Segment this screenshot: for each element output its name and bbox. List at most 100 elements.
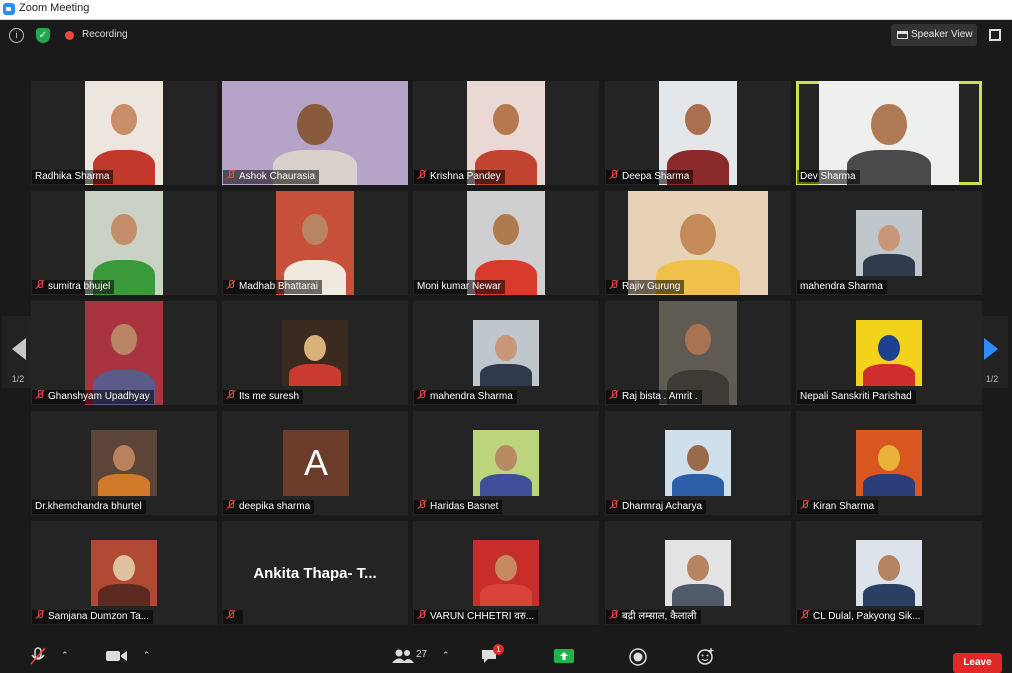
previous-page-button[interactable]: 1/2 xyxy=(2,316,34,388)
participant-video xyxy=(856,210,922,276)
audio-options-chevron-icon[interactable]: ⌃ xyxy=(61,650,69,661)
participant-video-tile[interactable]: mahendra Sharma xyxy=(796,191,982,295)
reactions-icon[interactable] xyxy=(697,647,715,665)
participant-video-tile[interactable]: Haridas Basnet xyxy=(413,411,599,515)
meeting-controls-bar: ⌃ ⌃ 27 ⌃ 1 Leave xyxy=(0,640,1012,673)
muted-mic-icon xyxy=(609,280,619,290)
participant-video-tile[interactable]: Its me suresh xyxy=(222,301,408,405)
participant-video-tile[interactable]: Raj bista . Amrit . xyxy=(605,301,791,405)
participant-name: Samjana Dumzon Ta... xyxy=(48,611,149,622)
participant-name: Ghanshyam Upadhyay xyxy=(48,391,150,402)
participant-video-tile[interactable]: sumitra bhujel xyxy=(31,191,217,295)
participant-name: Kiran Sharma xyxy=(813,501,875,512)
record-icon[interactable] xyxy=(629,648,647,666)
participant-video-tile[interactable]: Dev Sharma xyxy=(796,81,982,185)
muted-mic-icon xyxy=(35,280,45,290)
participant-video xyxy=(473,540,539,606)
window-titlebar: Zoom Meeting xyxy=(0,0,1012,20)
muted-mic-icon xyxy=(226,390,236,400)
participant-name: deepika sharma xyxy=(239,501,311,512)
participant-nameplate: Moni kumar Newar xyxy=(414,280,505,294)
info-icon[interactable]: i xyxy=(9,28,24,43)
participant-video-tile[interactable]: Madhab Bhattarai xyxy=(222,191,408,295)
participant-video-tile[interactable]: mahendra Sharma xyxy=(413,301,599,405)
participant-name: Dharmraj Acharya xyxy=(622,501,703,512)
participant-video-tile[interactable]: Krishna Pandey xyxy=(413,81,599,185)
participant-nameplate: deepika sharma xyxy=(223,500,315,514)
participant-video-tile[interactable]: Ashok Chaurasia xyxy=(222,81,408,185)
muted-mic-icon xyxy=(609,610,619,620)
leave-meeting-button[interactable]: Leave xyxy=(953,653,1002,673)
participant-video-tile[interactable]: Moni kumar Newar xyxy=(413,191,599,295)
participant-nameplate: Dev Sharma xyxy=(797,170,860,184)
participant-video-tile[interactable]: VARUN CHHETRI वरु... xyxy=(413,521,599,625)
recording-label[interactable]: Recording xyxy=(82,29,128,40)
participant-video-tile[interactable]: CL Dulal, Pakyong Sik... xyxy=(796,521,982,625)
participant-name: mahendra Sharma xyxy=(800,281,883,292)
participant-nameplate: Rajiv Gurung xyxy=(606,280,685,294)
participant-nameplate: Radhika Sharma xyxy=(32,170,114,184)
participant-video xyxy=(665,540,731,606)
participant-nameplate: CL Dulal, Pakyong Sik... xyxy=(797,610,925,624)
participant-name: Dev Sharma xyxy=(800,171,856,182)
participant-video xyxy=(473,430,539,496)
video-options-chevron-icon[interactable]: ⌃ xyxy=(143,650,151,661)
participant-video-tile[interactable]: Kiran Sharma xyxy=(796,411,982,515)
participant-video xyxy=(856,540,922,606)
share-screen-icon[interactable] xyxy=(554,649,574,663)
participant-name: VARUN CHHETRI वरु... xyxy=(430,611,535,622)
muted-mic-icon xyxy=(226,610,236,620)
muted-mic-icon xyxy=(35,390,45,400)
participant-nameplate: Its me suresh xyxy=(223,390,304,404)
participant-video xyxy=(91,430,157,496)
participants-count[interactable]: 27 xyxy=(416,649,427,660)
participant-video-tile[interactable]: Ankita Thapa- T... xyxy=(222,521,408,625)
participant-name: Its me suresh xyxy=(239,391,300,402)
participant-name: Deepa Sharma xyxy=(622,171,690,182)
security-shield-icon[interactable]: ✓ xyxy=(36,28,50,43)
participant-nameplate: Samjana Dumzon Ta... xyxy=(32,610,153,624)
mute-microphone-icon[interactable] xyxy=(28,646,48,666)
participant-video-tile[interactable]: Dr.khemchandra bhurtel xyxy=(31,411,217,515)
participant-name: बद्री लम्साल, कैलाली xyxy=(622,611,697,622)
participant-video-tile[interactable]: Rajiv Gurung xyxy=(605,191,791,295)
speaker-view-label: Speaker View xyxy=(911,29,973,40)
video-camera-icon[interactable] xyxy=(106,650,128,662)
participant-nameplate: Dharmraj Acharya xyxy=(606,500,707,514)
left-arrow-icon xyxy=(12,338,26,360)
participant-name: Krishna Pandey xyxy=(430,171,501,182)
participants-icon[interactable] xyxy=(392,648,414,664)
participant-nameplate: mahendra Sharma xyxy=(414,390,517,404)
participant-name: mahendra Sharma xyxy=(430,391,513,402)
muted-mic-icon xyxy=(609,170,619,180)
participant-name: Raj bista . Amrit . xyxy=(622,391,698,402)
recording-icon[interactable] xyxy=(65,31,74,40)
participant-video-tile[interactable]: Dharmraj Acharya xyxy=(605,411,791,515)
participant-video-tile[interactable]: Adeepika sharma xyxy=(222,411,408,515)
grid-view-icon xyxy=(897,31,908,39)
fullscreen-icon[interactable] xyxy=(989,29,1001,41)
participant-name: Ashok Chaurasia xyxy=(239,171,316,182)
participant-nameplate: VARUN CHHETRI वरु... xyxy=(414,610,539,624)
participant-name: Rajiv Gurung xyxy=(622,281,681,292)
muted-mic-icon xyxy=(609,390,619,400)
muted-mic-icon xyxy=(417,390,427,400)
participant-video-tile[interactable]: Nepali Sanskriti Parishad xyxy=(796,301,982,405)
participant-name: Dr.khemchandra bhurtel xyxy=(35,501,142,512)
page-indicator-left: 1/2 xyxy=(11,374,25,384)
participant-nameplate: Kiran Sharma xyxy=(797,500,879,514)
participant-avatar: A xyxy=(283,430,349,496)
speaker-view-button[interactable]: Speaker View xyxy=(891,24,977,46)
zoom-logo-icon xyxy=(3,3,15,15)
participant-nameplate: Nepali Sanskriti Parishad xyxy=(797,390,916,404)
participant-name: Radhika Sharma xyxy=(35,171,110,182)
participant-video-tile[interactable]: Deepa Sharma xyxy=(605,81,791,185)
participant-video-tile[interactable]: Ghanshyam Upadhyay xyxy=(31,301,217,405)
participant-video-tile[interactable]: Radhika Sharma xyxy=(31,81,217,185)
participants-options-chevron-icon[interactable]: ⌃ xyxy=(442,650,450,661)
participant-name: CL Dulal, Pakyong Sik... xyxy=(813,611,921,622)
participant-video-tile[interactable]: Samjana Dumzon Ta... xyxy=(31,521,217,625)
participant-name: sumitra bhujel xyxy=(48,281,111,292)
participant-nameplate xyxy=(223,610,243,624)
participant-video-tile[interactable]: बद्री लम्साल, कैलाली xyxy=(605,521,791,625)
